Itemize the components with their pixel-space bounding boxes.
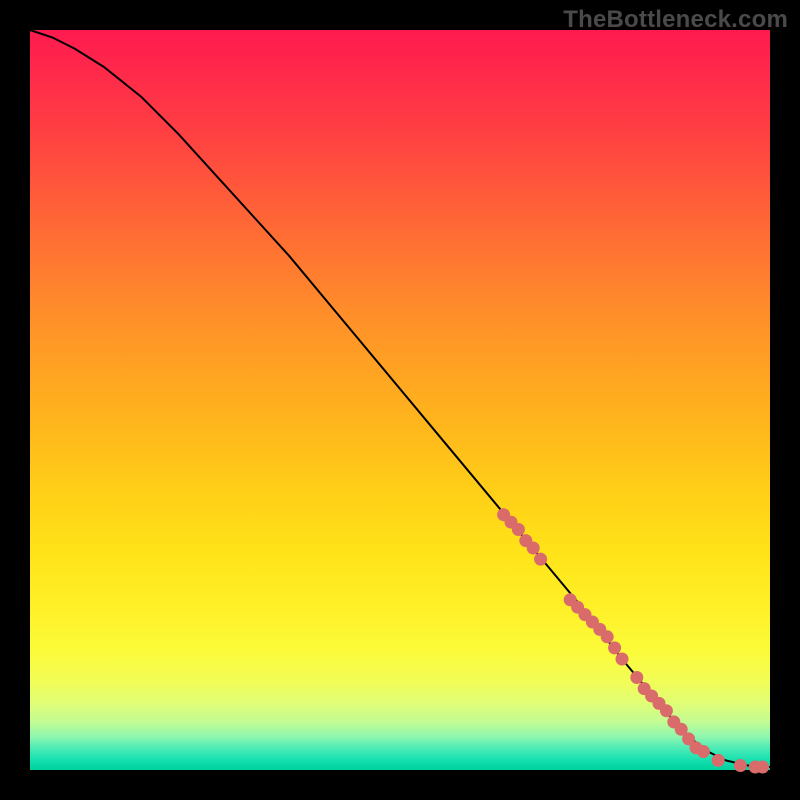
data-point xyxy=(712,754,725,767)
data-point xyxy=(512,523,525,536)
data-point xyxy=(734,759,747,772)
data-point xyxy=(601,630,614,643)
data-point xyxy=(697,745,710,758)
data-point xyxy=(534,553,547,566)
data-point xyxy=(608,641,621,654)
chart-overlay xyxy=(30,30,770,770)
scatter-points xyxy=(497,508,769,773)
data-point xyxy=(660,704,673,717)
data-point xyxy=(616,653,629,666)
data-point xyxy=(630,671,643,684)
curve-line xyxy=(30,30,770,767)
plot-area xyxy=(30,30,770,770)
chart-stage: TheBottleneck.com xyxy=(0,0,800,800)
data-point xyxy=(527,542,540,555)
data-point xyxy=(756,761,769,774)
